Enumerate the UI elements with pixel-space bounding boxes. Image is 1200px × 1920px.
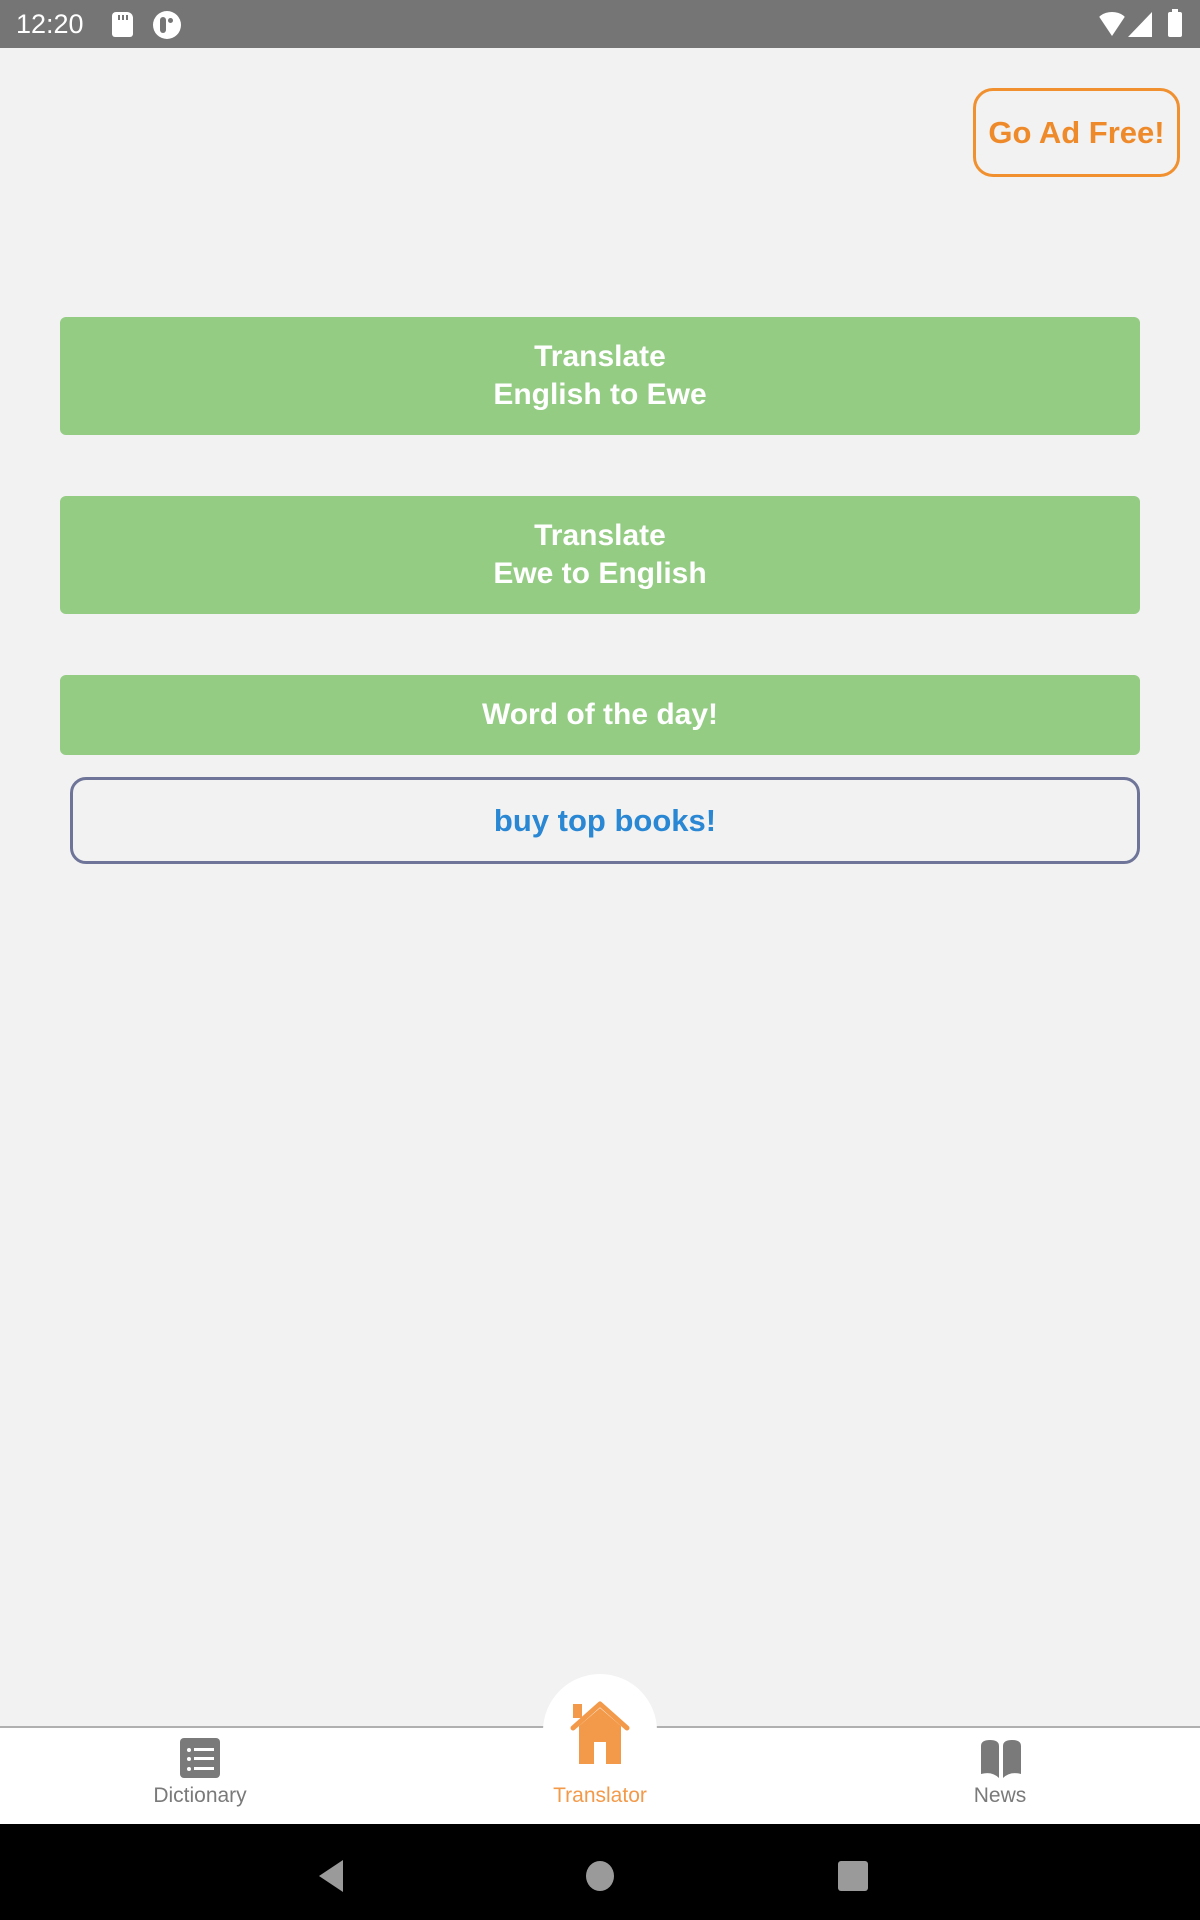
- status-bar: 12:20: [0, 0, 1200, 48]
- wifi-icon: [1096, 12, 1128, 36]
- book-icon: [981, 1740, 1021, 1778]
- button-line-2: English to Ewe: [493, 378, 707, 411]
- sd-card-icon: [112, 12, 133, 37]
- back-icon[interactable]: [319, 1860, 343, 1892]
- nav-tab-translator[interactable]: Translator: [480, 1726, 720, 1824]
- button-line-1: Translate: [534, 340, 666, 373]
- cell-signal-icon: [1128, 12, 1152, 37]
- translate-english-to-ewe-button[interactable]: Translate English to Ewe: [60, 317, 1140, 435]
- recents-icon[interactable]: [838, 1861, 868, 1891]
- nav-tab-news[interactable]: News: [880, 1726, 1120, 1824]
- buy-top-books-button[interactable]: buy top books!: [70, 777, 1140, 864]
- home-circle-icon[interactable]: [586, 1861, 614, 1891]
- button-line-2: Ewe to English: [493, 557, 707, 590]
- status-time: 12:20: [16, 9, 84, 39]
- app-notification-icon: [153, 11, 181, 39]
- button-label: Word of the day!: [481, 698, 719, 731]
- translate-ewe-to-english-button[interactable]: Translate Ewe to English: [60, 496, 1140, 614]
- list-icon: [180, 1738, 220, 1778]
- button-line-1: Translate: [534, 519, 666, 552]
- nav-tab-label: Translator: [553, 1784, 647, 1807]
- word-of-the-day-button[interactable]: Word of the day!: [60, 675, 1140, 755]
- nav-tab-label: News: [973, 1784, 1027, 1807]
- nav-tab-label: Dictionary: [153, 1784, 247, 1807]
- nav-tab-dictionary[interactable]: Dictionary: [80, 1726, 320, 1824]
- system-navigation-bar: [0, 1824, 1200, 1920]
- go-ad-free-button[interactable]: Go Ad Free!: [973, 88, 1180, 177]
- battery-icon: [1168, 9, 1182, 37]
